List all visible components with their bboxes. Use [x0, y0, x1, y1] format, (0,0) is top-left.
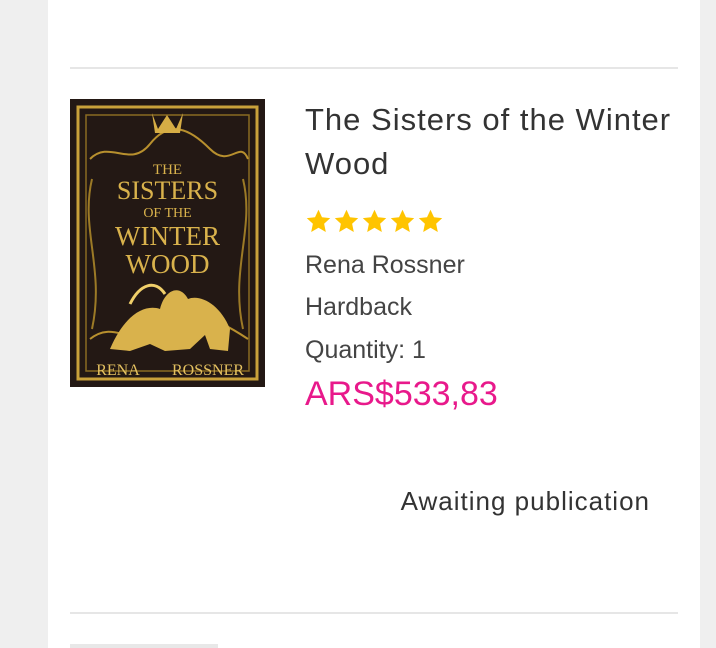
star-icon: [417, 208, 444, 235]
star-icon: [305, 208, 332, 235]
product-format: Hardback: [305, 293, 412, 321]
divider: [70, 612, 678, 614]
rating-stars: [305, 208, 444, 235]
order-item-panel: THE SISTERS OF THE WINTER WOOD RENA ROSS…: [48, 0, 700, 648]
order-status: Awaiting publication: [400, 486, 650, 516]
book-cover-art: THE SISTERS OF THE WINTER WOOD RENA ROSS…: [70, 99, 265, 387]
star-icon: [389, 208, 416, 235]
product-author: Rena Rossner: [305, 251, 465, 279]
divider: [70, 67, 678, 69]
next-item-thumbnail: [70, 644, 218, 648]
star-icon: [333, 208, 360, 235]
cover-author-first: RENA: [96, 362, 140, 379]
cover-title-line: OF THE: [143, 206, 191, 221]
cover-author-last: ROSSNER: [172, 362, 244, 379]
cover-title-line: WINTER: [115, 221, 220, 251]
cover-title-line: WOOD: [126, 249, 210, 279]
book-cover-image[interactable]: THE SISTERS OF THE WINTER WOOD RENA ROSS…: [70, 99, 265, 387]
cover-title-line: SISTERS: [117, 176, 218, 205]
star-icon: [361, 208, 388, 235]
product-title[interactable]: The Sisters of the Winter Wood: [305, 98, 675, 186]
product-price: ARS$533,83: [305, 375, 498, 413]
product-quantity: Quantity: 1: [305, 336, 426, 364]
